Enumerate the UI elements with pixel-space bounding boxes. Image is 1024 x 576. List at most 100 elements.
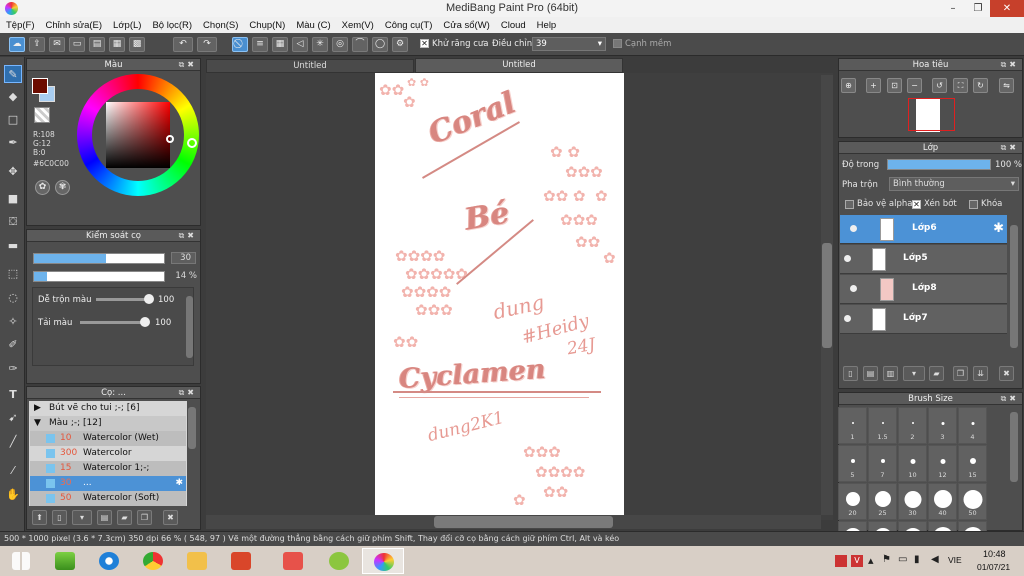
brush-size-cell[interactable]: 30 — [898, 483, 927, 520]
brush-size-cell[interactable]: 7 — [868, 445, 897, 482]
add-brush-icon[interactable]: ⬆ — [32, 510, 47, 525]
panel-controls-icon[interactable]: ⧉✖ — [1001, 142, 1019, 154]
pen-tool-icon[interactable]: ✒ — [4, 134, 22, 152]
brush-size-cell[interactable]: 25 — [868, 483, 897, 520]
brush-item[interactable]: 15 Watercolor 1;-; — [30, 461, 186, 476]
brush-doc-icon[interactable]: ▤ — [97, 510, 112, 525]
eye-icon[interactable] — [844, 315, 851, 322]
bucket-tool-icon[interactable]: ⛋ — [4, 213, 22, 231]
clipping-checkbox[interactable]: ✕ — [912, 200, 921, 209]
hue-cursor-icon[interactable] — [187, 138, 197, 148]
brush-size-cell[interactable]: 20 — [838, 483, 867, 520]
brush-size-value[interactable]: 30 — [171, 252, 196, 264]
eye-icon[interactable] — [850, 285, 857, 292]
eye-icon[interactable] — [850, 225, 857, 232]
duplicate-layer-icon[interactable]: ❐ — [953, 366, 968, 381]
menu-view[interactable]: Xem(V) — [342, 20, 374, 31]
layer-row-lop7[interactable]: Lớp7 — [840, 305, 1007, 334]
menu-file[interactable]: Tệp(F) — [6, 20, 35, 31]
comment-icon[interactable]: ✉ — [49, 37, 65, 52]
folder-icon[interactable]: ▰ — [929, 366, 944, 381]
start-button[interactable] — [0, 548, 42, 574]
merge-layer-icon[interactable]: ⇊ — [973, 366, 988, 381]
brush-opacity-slider[interactable] — [33, 271, 165, 282]
canvas-horizontal-scroll-thumb[interactable] — [434, 516, 613, 528]
brush-menu-icon[interactable]: ▾ — [72, 510, 92, 525]
new-brush-icon[interactable]: ▯ — [52, 510, 67, 525]
divide-tool-icon[interactable]: ╱ — [4, 433, 22, 451]
correction-select[interactable]: 39 ▾ — [532, 37, 606, 51]
eye-icon[interactable] — [844, 255, 851, 262]
clock-time[interactable]: 10:48 — [983, 549, 1006, 559]
brush-size-cell[interactable]: 12 — [928, 445, 957, 482]
layer-row-lop6[interactable]: Lớp6 ✱ — [840, 215, 1007, 244]
gear-icon[interactable]: ✱ — [175, 476, 183, 491]
curve-snap-icon[interactable]: ⌒ — [352, 37, 368, 52]
fill-shape-tool-icon[interactable]: ■ — [4, 190, 22, 208]
layer-add-menu-icon[interactable]: ▾ — [903, 366, 925, 381]
share-icon[interactable]: ⇪ — [29, 37, 45, 52]
select-pen-tool-icon[interactable]: ✐ — [4, 336, 22, 354]
menu-help[interactable]: Help — [537, 20, 557, 31]
gradient-tool-icon[interactable]: ▬ — [4, 237, 22, 255]
brush-size-cell[interactable]: 1 — [838, 407, 867, 444]
brush-group[interactable]: ▶ Bút vẽ cho tui ;-; [6] — [30, 401, 186, 416]
menu-select[interactable]: Chọn(S) — [203, 20, 238, 31]
brush-tool-icon[interactable]: ✎ — [4, 65, 22, 83]
protect-alpha-checkbox[interactable] — [845, 200, 854, 209]
minimize-button[interactable]: – — [940, 0, 966, 17]
snap-off-icon[interactable]: ⃠ — [232, 37, 248, 52]
layer-opacity-slider[interactable] — [887, 159, 991, 170]
vanish-snap-icon[interactable]: ◁ — [292, 37, 308, 52]
palette-icon[interactable]: ✿ — [35, 180, 50, 195]
magic-wand-tool-icon[interactable]: ✧ — [4, 313, 22, 331]
dot-tool-icon[interactable]: □ — [4, 111, 22, 129]
taskbar-app[interactable] — [318, 548, 360, 574]
brush-item[interactable]: 300 Watercolor — [30, 446, 186, 461]
brush-size-cell[interactable]: 10 — [898, 445, 927, 482]
ellipse-snap-icon[interactable]: ◯ — [372, 37, 388, 52]
rotate-right-icon[interactable]: ↻ — [973, 78, 988, 93]
brush-size-cell[interactable]: 1.5 — [868, 407, 897, 444]
menu-tools[interactable]: Công cụ(T) — [385, 20, 433, 31]
chat-icon[interactable]: ▭ — [69, 37, 85, 52]
artboard[interactable]: ✿✿ ✿ ✿ ✿ ✿ ✿ ✿✿✿ ✿✿ ✿ ✿✿✿ ✿✿ ✿ ✿ ✿✿✿✿ ✿✿… — [375, 73, 624, 515]
brush-list-scrollbar[interactable] — [188, 407, 196, 449]
brush-size-cell[interactable]: 50 — [958, 483, 987, 520]
tray-volume-icon[interactable]: ◀ — [931, 554, 939, 565]
paint-amount-slider-handle[interactable] — [140, 317, 150, 327]
tray-flag-icon[interactable]: ⚑ — [882, 554, 891, 565]
navigator-viewport-frame[interactable] — [908, 98, 955, 131]
brush-size-cell[interactable]: 40 — [928, 483, 957, 520]
transparent-color-swatch[interactable] — [34, 107, 50, 123]
brush-size-cell[interactable]: 3 — [928, 407, 957, 444]
tab-untitled-1[interactable]: Untitled — [206, 59, 414, 73]
tray-network-icon[interactable]: ▮ — [914, 554, 920, 565]
trash-icon[interactable]: ✖ — [999, 366, 1014, 381]
sv-cursor-icon[interactable] — [166, 135, 174, 143]
grid-icon[interactable]: ▩ — [129, 37, 145, 52]
brush-group[interactable]: ▼ Màu ;-; [12] — [30, 416, 186, 431]
document-icon[interactable]: ▤ — [89, 37, 105, 52]
palette-add-icon[interactable]: ✾ — [55, 180, 70, 195]
text-tool-icon[interactable]: T — [4, 386, 22, 404]
tray-app-icon[interactable] — [835, 555, 847, 567]
lock-checkbox[interactable] — [969, 200, 978, 209]
brush-item-selected[interactable]: 30... ✱ — [30, 476, 186, 491]
brush-copy-icon[interactable]: ❐ — [137, 510, 152, 525]
zoom-in-icon[interactable]: + — [866, 78, 881, 93]
layer-list-scrollbar[interactable] — [1010, 225, 1018, 348]
snap-settings-icon[interactable]: ⚙ — [392, 37, 408, 52]
brush-item[interactable]: 50 Watercolor (Soft) — [30, 491, 186, 506]
menu-filter[interactable]: Bộ lọc(R) — [152, 20, 192, 31]
panel-controls-icon[interactable]: ⧉✖ — [1001, 393, 1019, 405]
paint-amount-slider[interactable] — [80, 321, 148, 324]
undo-icon[interactable]: ↶ — [173, 37, 193, 52]
fit-window-icon[interactable]: ⛶ — [953, 78, 968, 93]
select-tool-icon[interactable]: ⬚ — [4, 265, 22, 283]
blend-slider-handle[interactable] — [144, 294, 154, 304]
brush-folder-icon[interactable]: ▰ — [117, 510, 132, 525]
canvas-vertical-scroll-thumb[interactable] — [822, 243, 832, 348]
cross-snap-icon[interactable]: ▦ — [272, 37, 288, 52]
new-halftone-layer-icon[interactable]: ▤ — [863, 366, 878, 381]
